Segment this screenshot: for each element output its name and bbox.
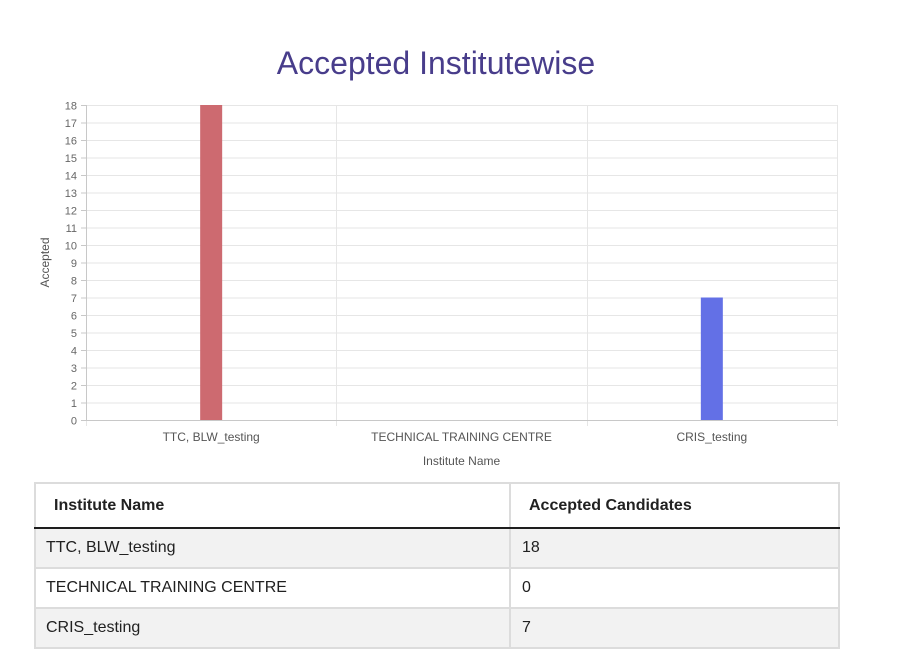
bar-chart: 0123456789101112131415161718TTC, BLW_tes… [38,101,838,469]
x-tick-label: CRIS_testing [676,430,747,444]
y-tick-label: 15 [65,153,77,165]
y-tick-label: 6 [71,311,77,323]
table-row: TTC, BLW_testing 18 [34,527,840,569]
y-tick-label: 12 [65,206,77,218]
table-row: CRIS_testing 7 [34,607,840,649]
accepted-table: Institute Name Accepted Candidates TTC, … [34,482,840,649]
y-tick-label: 0 [71,416,77,428]
y-tick-label: 13 [65,188,77,200]
bar [200,105,223,420]
table-cell-institute: TECHNICAL TRAINING CENTRE [34,567,511,609]
y-tick-label: 3 [71,363,77,375]
table-header-institute-name: Institute Name [34,482,511,529]
table-cell-institute: CRIS_testing [34,607,511,649]
table-header-accepted-candidates: Accepted Candidates [509,482,840,529]
x-tick-label: TECHNICAL TRAINING CENTRE [371,430,552,444]
y-tick-label: 4 [71,346,77,358]
chart-labels: 0123456789101112131415161718TTC, BLW_tes… [38,101,747,469]
y-tick-label: 17 [65,118,77,130]
bar [700,297,723,420]
table-cell-count: 7 [509,607,840,649]
y-tick-label: 16 [65,136,77,148]
table-header-row: Institute Name Accepted Candidates [34,482,840,529]
table-cell-count: 18 [509,527,840,569]
page-title: Accepted Institutewise [276,45,596,82]
y-tick-label: 5 [71,328,77,340]
chart-grid [86,105,838,426]
y-tick-label: 9 [71,258,77,270]
y-axis-title: Accepted [38,237,52,287]
y-tick-label: 10 [65,241,77,253]
y-tick-label: 18 [65,101,77,113]
x-axis-title: Institute Name [423,454,501,468]
table-row: TECHNICAL TRAINING CENTRE 0 [34,567,840,609]
y-tick-label: 2 [71,381,77,393]
y-tick-label: 11 [66,223,77,235]
y-tick-label: 1 [71,398,77,410]
x-tick-label: TTC, BLW_testing [163,430,260,444]
y-tick-label: 7 [71,293,77,305]
y-tick-label: 14 [65,171,77,183]
table-cell-count: 0 [509,567,840,609]
table-cell-institute: TTC, BLW_testing [34,527,511,569]
y-tick-label: 8 [71,276,77,288]
